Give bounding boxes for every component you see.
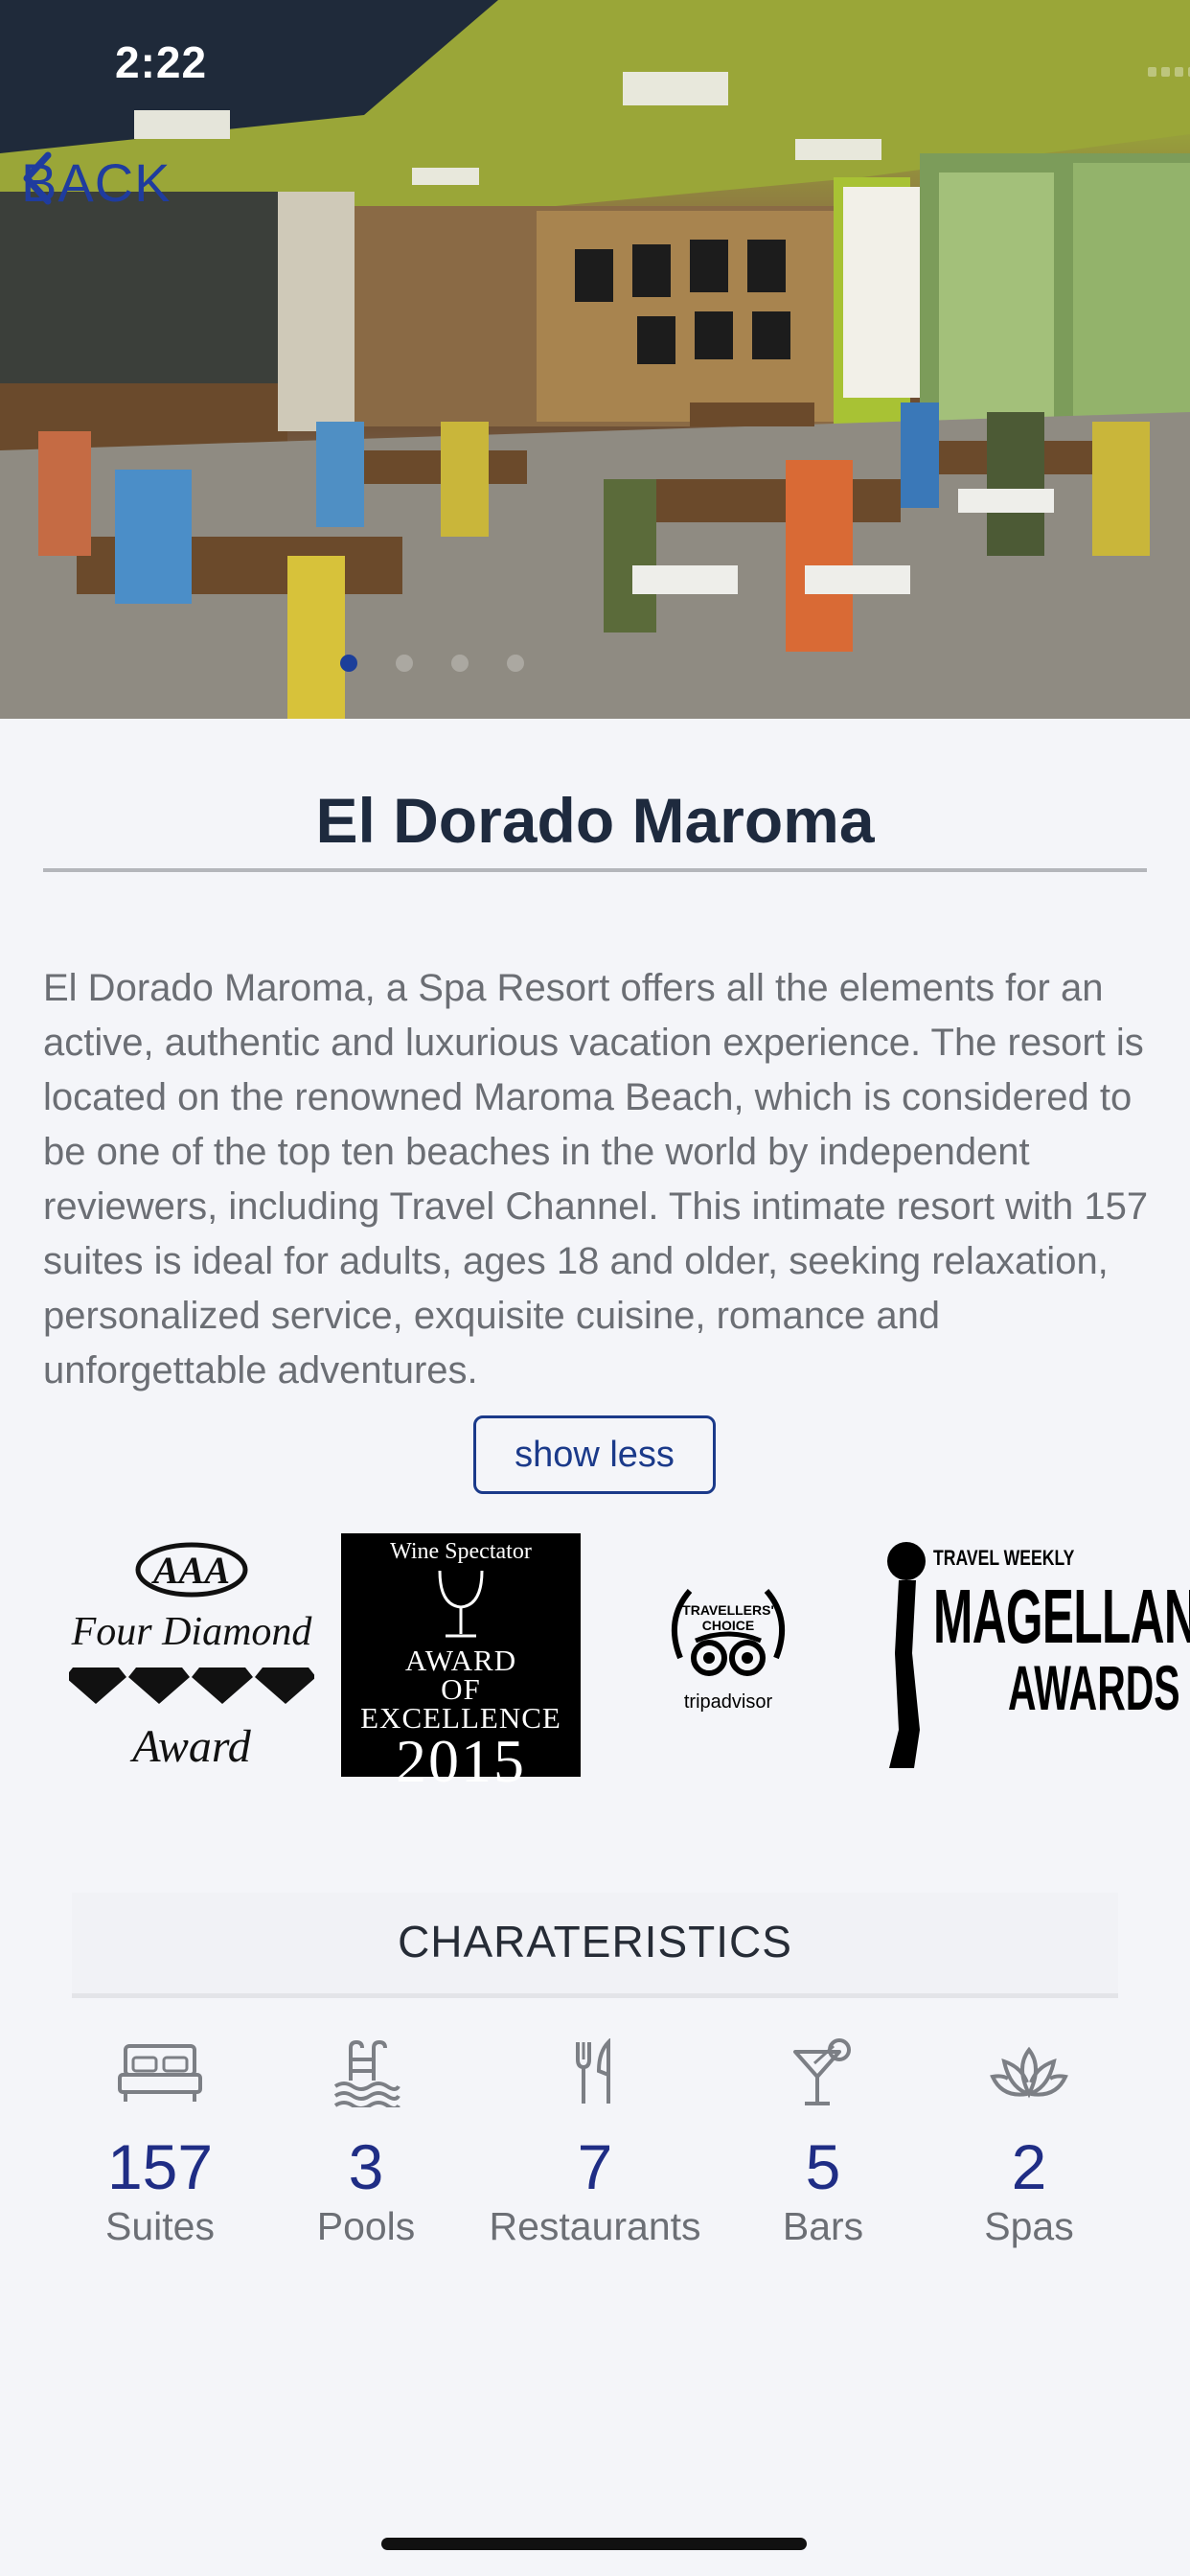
tripadvisor-name: tripadvisor bbox=[683, 1691, 773, 1713]
magellan-awards-logo: TRAVEL WEEKLY MAGELLAN AWARDS bbox=[881, 1538, 1190, 1773]
pager-dot[interactable] bbox=[396, 655, 413, 672]
hotel-description: El Dorado Maroma, a Spa Resort offers al… bbox=[43, 967, 1149, 1392]
stat-value: 3 bbox=[348, 2131, 384, 2202]
aaa-line2: Award bbox=[129, 1721, 252, 1772]
stat-label: Spas bbox=[984, 2204, 1074, 2248]
svg-text:AAA: AAA bbox=[150, 1549, 230, 1592]
title-divider bbox=[43, 868, 1147, 872]
gallery-pager[interactable] bbox=[340, 655, 524, 672]
stat-label: Restaurants bbox=[489, 2204, 701, 2248]
hotel-title: El Dorado Maroma bbox=[315, 785, 875, 856]
statue-icon bbox=[887, 1542, 926, 1768]
magellan-main: MAGELLAN bbox=[933, 1574, 1190, 1659]
wine-spectator-award-logo: Wine Spectator AWARD OF EXCELLENCE 2015 bbox=[341, 1533, 581, 1792]
pager-dot[interactable] bbox=[340, 655, 357, 672]
wine-line1: AWARD bbox=[404, 1644, 517, 1677]
stat-label: Pools bbox=[316, 2204, 416, 2248]
characteristics-header: CHARATERISTICS bbox=[72, 1893, 1118, 1998]
signal-icon bbox=[1148, 67, 1190, 77]
characteristics-title: CHARATERISTICS bbox=[398, 1917, 792, 1966]
status-time: 2:22 bbox=[115, 37, 208, 87]
stat-pools: 3 Pools bbox=[241, 2030, 491, 2249]
tripadvisor-travellers-choice-logo: TRAVELLERS' CHOICE tripadvisor bbox=[661, 1581, 795, 1720]
chevron-left-icon bbox=[23, 151, 52, 205]
pool-icon bbox=[241, 2030, 491, 2116]
wine-glass-icon bbox=[438, 1570, 484, 1638]
status-bar: 2:22 bbox=[0, 0, 1190, 126]
stat-value: 7 bbox=[577, 2131, 613, 2202]
back-button[interactable]: BACK bbox=[21, 151, 172, 214]
wine-year: 2015 bbox=[396, 1727, 526, 1795]
stat-value: 2 bbox=[1011, 2131, 1047, 2202]
aaa-four-diamond-award-logo: AAA Four Diamond Award bbox=[65, 1531, 316, 1781]
aaa-line1: Four Diamond bbox=[71, 1610, 313, 1654]
tripadvisor-badge: TRAVELLERS' CHOICE bbox=[682, 1602, 774, 1633]
magellan-sub: AWARDS bbox=[1008, 1652, 1180, 1723]
restaurant-icon bbox=[470, 2030, 720, 2116]
stat-spas: 2 Spas bbox=[904, 2030, 1154, 2249]
lotus-icon bbox=[904, 2030, 1154, 2116]
pager-dot[interactable] bbox=[451, 655, 469, 672]
magellan-top: TRAVEL WEEKLY bbox=[933, 1546, 1075, 1570]
wine-line2: OF bbox=[441, 1672, 481, 1706]
pager-dot[interactable] bbox=[507, 655, 524, 672]
wine-brand: Wine Spectator bbox=[390, 1539, 532, 1564]
home-indicator[interactable] bbox=[381, 2538, 807, 2550]
stat-restaurants: 7 Restaurants bbox=[470, 2030, 720, 2249]
hero-photo-gallery[interactable]: 2:22 BACK bbox=[0, 0, 1190, 719]
show-less-button[interactable]: show less bbox=[473, 1415, 716, 1494]
characteristics-stats: 157 Suites 3 Pools 7 Restaurants 5 Bars … bbox=[0, 2030, 1190, 2279]
